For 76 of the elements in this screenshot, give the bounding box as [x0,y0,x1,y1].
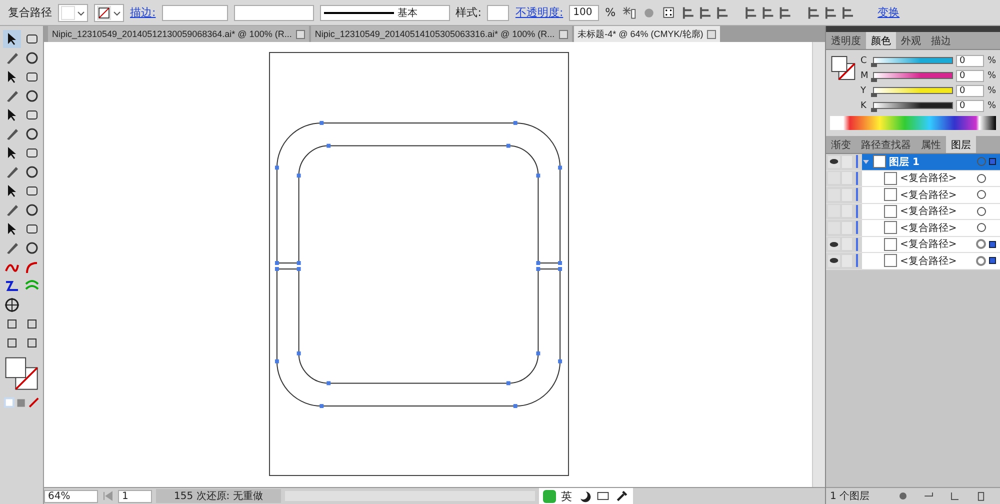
wrench-icon[interactable] [614,489,629,503]
close-icon[interactable] [558,30,568,38]
percent-sign: % [987,86,996,96]
recolor-icon[interactable] [622,6,636,20]
fill-stroke-icon[interactable] [4,356,40,392]
stroke-dropdown[interactable] [94,4,124,22]
panel-tab[interactable]: 属性 [916,136,946,153]
sublayer-row[interactable]: <复合路径> [862,187,1000,202]
slider-thumb[interactable] [871,63,878,67]
opacity-field[interactable]: 100 [569,4,600,20]
keyboard-icon[interactable] [596,489,610,503]
variable-width-field[interactable] [234,4,314,20]
visibility-toggle[interactable] [828,254,840,267]
channel-value-field[interactable]: 0 [956,84,984,96]
expand-triangle-icon[interactable] [862,158,870,166]
transform-link[interactable]: 变换 [878,5,900,20]
slider-thumb[interactable] [871,108,878,112]
panel-tab[interactable]: 渐变 [826,136,856,153]
stroke-link[interactable]: 描边: [130,5,156,20]
channel-slider[interactable] [873,72,954,79]
panel-tab[interactable]: 外观 [896,32,926,49]
draw-mode-icons-drawing[interactable] [2,396,40,410]
stroke-weight-field[interactable] [162,4,228,20]
style-label: 样式: [456,5,482,20]
crosshair-icon[interactable] [2,296,20,314]
layer-row[interactable]: 图层 1 [862,154,1000,170]
lock-toggle[interactable] [842,156,852,168]
caret-icon [113,8,121,16]
ime-mode[interactable]: 英 [560,488,572,504]
panel-tab[interactable]: 路径查找器 [856,136,916,153]
sublayer-row[interactable]: <复合路径> [862,236,1000,252]
document-tab[interactable]: 未标题-4* @ 64% (CMYK/轮廓) [574,26,720,42]
document-tab[interactable]: Nipic_12310549_20140512130059068364.ai* @ 100% (R... [48,26,309,42]
channel-slider[interactable] [873,102,954,109]
layer-count: 1 个图层 [830,490,870,503]
panel-tab[interactable]: 颜色 [866,32,896,49]
close-icon[interactable] [296,30,305,38]
sublayer-row[interactable]: <复合路径> [862,220,1000,236]
vertical-scrollbar[interactable] [812,42,825,487]
percent-sign: % [987,56,996,66]
sublayer-row[interactable]: <复合路径> [862,204,1000,219]
caret-icon [77,8,85,16]
sublayer-row[interactable]: <复合路径> [862,253,1000,268]
stroke-profile-dropdown[interactable]: 基本 [320,4,450,20]
status-text: 155 次还原: 无重做 [156,489,281,503]
visibility-toggle[interactable] [828,238,840,250]
no-stroke-icon [97,6,111,20]
fill-stroke-icon[interactable] [830,54,856,82]
channel-label: M [860,70,870,80]
visibility-toggle[interactable] [828,156,840,168]
sublayer-row[interactable]: <复合路径> [862,170,1000,186]
channel-label: C [860,56,868,66]
channel-slider[interactable] [873,87,954,94]
channel-value-field[interactable]: 0 [956,54,984,66]
channel-slider[interactable] [873,57,954,64]
channel-value-field[interactable]: 0 [956,70,984,82]
panel-tab[interactable]: 描边 [926,32,956,49]
slider-thumb[interactable] [871,78,878,82]
channel-value-field[interactable]: 0 [956,100,984,112]
opacity-unit: % [605,6,616,19]
panel-tab[interactable]: 图层 [946,136,976,153]
slider-thumb[interactable] [871,93,878,97]
color-spectrum[interactable] [830,116,996,130]
opacity-link[interactable]: 不透明度: [515,5,564,20]
zoom-dropdown[interactable]: 64% [44,490,98,502]
channel-label: Y [860,86,867,96]
page-dropdown[interactable]: 1 [118,490,152,502]
channel-label: K [860,100,868,110]
percent-sign: % [987,70,996,80]
grid-icon[interactable] [662,6,676,20]
object-type-label: 复合路径 [8,5,52,20]
panel-tab[interactable]: 透明度 [826,32,866,49]
document-tab[interactable]: Nipic_12310549_20140514105305063316.ai* @ 100% (R... [310,26,572,42]
ime-logo-icon[interactable] [542,490,556,502]
close-icon[interactable] [707,30,716,38]
percent-sign: % [987,100,996,110]
